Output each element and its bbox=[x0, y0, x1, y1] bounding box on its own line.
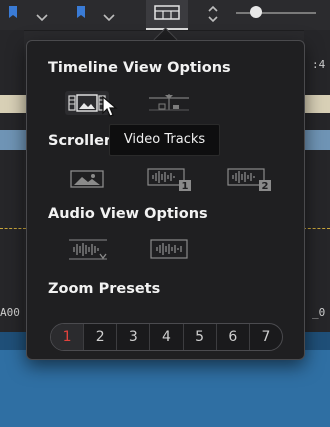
zoom-preset-4[interactable]: 4 bbox=[149, 324, 182, 350]
audio-waveform-full-option[interactable] bbox=[65, 238, 111, 262]
up-down-arrows-icon[interactable] bbox=[206, 4, 220, 28]
audio-scroller-2-option[interactable]: 2 bbox=[225, 167, 273, 192]
stacked-timelines-option[interactable] bbox=[145, 91, 193, 115]
timeline-view-options-title: Timeline View Options bbox=[48, 60, 231, 76]
zoom-presets-bar: 1 2 3 4 5 6 7 bbox=[50, 323, 283, 351]
zoom-preset-3[interactable]: 3 bbox=[116, 324, 149, 350]
audio-level-line bbox=[303, 228, 330, 229]
timecode-label: _0 bbox=[312, 306, 326, 319]
timecode-label: :4 bbox=[312, 58, 326, 71]
audio-scroller-2-icon: 2 bbox=[227, 168, 271, 192]
video-scroller-icon bbox=[70, 170, 104, 188]
chevron-down-icon[interactable] bbox=[103, 8, 115, 22]
timeline-view-options-popover: Timeline View Options Scroller Video Tra… bbox=[26, 40, 305, 360]
timeline-clip bbox=[0, 130, 26, 150]
zoom-preset-2[interactable]: 2 bbox=[83, 324, 116, 350]
timecode-label: A00 bbox=[0, 306, 20, 319]
audio-scroller-1-option[interactable]: 1 bbox=[145, 167, 193, 192]
audio-track-clip bbox=[0, 350, 330, 427]
zoom-slider-knob[interactable] bbox=[250, 6, 262, 18]
video-scroller-option[interactable] bbox=[65, 167, 109, 191]
zoom-preset-6[interactable]: 6 bbox=[215, 324, 249, 350]
mouse-cursor-icon bbox=[102, 96, 118, 117]
audio-waveform-border-icon bbox=[150, 239, 188, 259]
timeline-view-options-icon[interactable] bbox=[146, 0, 188, 30]
scroller-badge: 2 bbox=[262, 181, 269, 192]
flag-icon[interactable] bbox=[8, 6, 18, 20]
audio-scroller-1-icon: 1 bbox=[147, 168, 191, 192]
audio-level-line bbox=[0, 228, 26, 229]
flag-icon[interactable] bbox=[76, 6, 86, 20]
timeline-clip bbox=[0, 95, 26, 113]
audio-view-options-title: Audio View Options bbox=[48, 206, 208, 222]
audio-waveform-border-option[interactable] bbox=[145, 238, 193, 262]
zoom-preset-5[interactable]: 5 bbox=[182, 324, 216, 350]
scroller-badge: 1 bbox=[182, 181, 189, 192]
scroller-title: Scroller bbox=[48, 133, 112, 149]
zoom-presets-title: Zoom Presets bbox=[48, 281, 161, 297]
timeline-clip bbox=[303, 95, 330, 113]
zoom-slider-track[interactable] bbox=[236, 12, 316, 14]
audio-waveform-full-icon bbox=[69, 239, 107, 260]
stacked-timelines-icon bbox=[149, 94, 189, 111]
zoom-preset-7[interactable]: 7 bbox=[248, 324, 282, 350]
zoom-preset-1[interactable]: 1 bbox=[51, 324, 84, 350]
chevron-down-icon[interactable] bbox=[36, 8, 48, 22]
timeline-clip bbox=[303, 130, 330, 150]
tooltip: Video Tracks bbox=[109, 124, 220, 156]
